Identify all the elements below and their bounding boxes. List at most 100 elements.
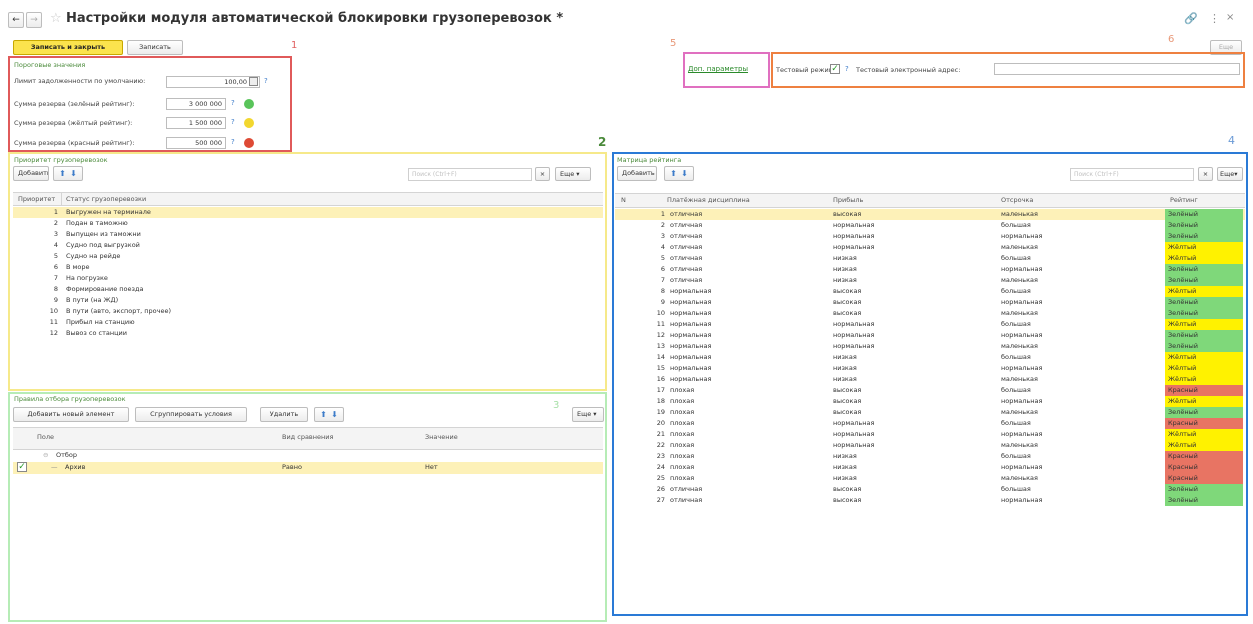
extra-params-link[interactable]: Доп. параметры <box>688 65 748 73</box>
test-email-field[interactable] <box>994 63 1240 75</box>
filter-item-checkbox[interactable]: ✓ <box>17 462 27 472</box>
matrix-row-deferral: большая <box>1001 452 1031 460</box>
matrix-row[interactable]: 4 отличная нормальная маленькая Жёлтый <box>615 242 1245 253</box>
matrix-row[interactable]: 13 нормальная нормальная маленькая Зелёный <box>615 341 1245 352</box>
priority-row-status: В море <box>66 263 90 271</box>
priority-row-status: Выгружен на терминале <box>66 208 151 216</box>
matrix-row[interactable]: 24 плохая низкая нормальная Красный <box>615 462 1245 473</box>
matrix-row[interactable]: 18 плохая высокая нормальная Жёлтый <box>615 396 1245 407</box>
priority-move-buttons[interactable]: ⬆ ⬇ <box>53 166 83 181</box>
matrix-row[interactable]: 19 плохая высокая маленькая Зелёный <box>615 407 1245 418</box>
filter-group-conditions-button[interactable]: Сгруппировать условия <box>135 407 247 422</box>
red-reserve-help-icon[interactable]: ? <box>231 138 235 146</box>
priority-row[interactable]: 11 Прибыл на станцию <box>13 317 603 328</box>
priority-row[interactable]: 4 Судно под выгрузкой <box>13 240 603 251</box>
yellow-reserve-help-icon[interactable]: ? <box>231 118 235 126</box>
matrix-row[interactable]: 23 плохая низкая большая Красный <box>615 451 1245 462</box>
matrix-row[interactable]: 10 нормальная высокая маленькая Зелёный <box>615 308 1245 319</box>
matrix-row[interactable]: 14 нормальная низкая большая Жёлтый <box>615 352 1245 363</box>
priority-row[interactable]: 10 В пути (авто, экспорт, прочее) <box>13 306 603 317</box>
matrix-row-number: 7 <box>660 276 665 284</box>
matrix-row[interactable]: 9 нормальная высокая нормальная Зелёный <box>615 297 1245 308</box>
priority-row[interactable]: 3 Выпущен из таможни <box>13 229 603 240</box>
matrix-row[interactable]: 8 нормальная высокая большая Жёлтый <box>615 286 1245 297</box>
matrix-row[interactable]: 3 отличная нормальная нормальная Зелёный <box>615 231 1245 242</box>
matrix-row[interactable]: 6 отличная низкая нормальная Зелёный <box>615 264 1245 275</box>
link-icon[interactable]: 🔗 <box>1184 12 1198 25</box>
debt-limit-help-icon[interactable]: ? <box>264 77 268 85</box>
matrix-row[interactable]: 16 нормальная низкая маленькая Жёлтый <box>615 374 1245 385</box>
priority-row[interactable]: 9 В пути (на ЖД) <box>13 295 603 306</box>
filter-more-button[interactable]: Еще ▾ <box>572 407 604 422</box>
matrix-row[interactable]: 12 нормальная нормальная нормальная Зелёный <box>615 330 1245 341</box>
default-debt-limit-field[interactable]: 100,00 <box>166 76 260 88</box>
arrow-down-icon[interactable]: ⬇ <box>331 410 338 419</box>
save-and-close-button[interactable]: Записать и закрыть <box>13 40 123 55</box>
priority-row[interactable]: 2 Подан в таможню <box>13 218 603 229</box>
priority-row[interactable]: 12 Вывоз со станции <box>13 328 603 339</box>
filter-title: Правила отбора грузоперевозок <box>14 395 126 403</box>
annotation-5: 5 <box>670 38 677 49</box>
matrix-more-button[interactable]: Еще▾ <box>1217 167 1243 181</box>
priority-add-button[interactable]: Добавить <box>13 166 49 181</box>
priority-search-clear-button[interactable]: × <box>535 167 550 181</box>
yellow-reserve-field[interactable]: 1 500 000 <box>166 117 226 129</box>
matrix-row[interactable]: 27 отличная высокая нормальная Зелёный <box>615 495 1245 506</box>
filter-group-row[interactable]: ⊖ Отбор <box>13 450 603 461</box>
filter-add-element-button[interactable]: Добавить новый элемент <box>13 407 129 422</box>
priority-row-number: 11 <box>49 318 58 326</box>
matrix-row-deferral: маленькая <box>1001 375 1038 383</box>
matrix-row[interactable]: 17 плохая высокая большая Красный <box>615 385 1245 396</box>
test-mode-help-icon[interactable]: ? <box>845 65 849 73</box>
priority-row[interactable]: 7 На погрузке <box>13 273 603 284</box>
matrix-row[interactable]: 5 отличная низкая большая Жёлтый <box>615 253 1245 264</box>
arrow-up-icon[interactable]: ⬆ <box>670 169 677 178</box>
priority-row[interactable]: 1 Выгружен на терминале <box>13 207 603 218</box>
more-vertical-icon[interactable]: ⋮ <box>1209 12 1220 25</box>
back-button[interactable]: ← <box>8 12 24 28</box>
matrix-row[interactable]: 2 отличная нормальная большая Зелёный <box>615 220 1245 231</box>
filter-item-row[interactable]: ✓ — Архив Равно Нет <box>13 462 603 474</box>
save-button[interactable]: Записать <box>127 40 183 55</box>
matrix-row-deferral: нормальная <box>1001 331 1043 339</box>
matrix-add-button[interactable]: Добавить <box>617 166 657 181</box>
matrix-search-clear-button[interactable]: × <box>1198 167 1213 181</box>
priority-search-input[interactable]: Поиск (Ctrl+F) <box>408 168 532 181</box>
matrix-row[interactable]: 7 отличная низкая маленькая Зелёный <box>615 275 1245 286</box>
matrix-row-deferral: маленькая <box>1001 210 1038 218</box>
arrow-up-icon[interactable]: ⬆ <box>59 169 66 178</box>
forward-button[interactable]: → <box>26 12 42 28</box>
calculator-icon[interactable] <box>249 77 258 86</box>
matrix-row[interactable]: 22 плохая нормальная маленькая Жёлтый <box>615 440 1245 451</box>
matrix-row[interactable]: 26 отличная высокая большая Зелёный <box>615 484 1245 495</box>
matrix-row[interactable]: 25 плохая низкая маленькая Красный <box>615 473 1245 484</box>
green-reserve-field[interactable]: 3 000 000 <box>166 98 226 110</box>
priority-row[interactable]: 8 Формирование поезда <box>13 284 603 295</box>
priority-row[interactable]: 5 Судно на рейде <box>13 251 603 262</box>
matrix-table: N Платёжная дисциплина Прибыль Отсрочка … <box>615 193 1245 613</box>
matrix-row[interactable]: 21 плохая нормальная нормальная Жёлтый <box>615 429 1245 440</box>
arrow-up-icon[interactable]: ⬆ <box>320 410 327 419</box>
priority-row[interactable]: 6 В море <box>13 262 603 273</box>
matrix-row[interactable]: 15 нормальная низкая нормальная Жёлтый <box>615 363 1245 374</box>
test-mode-checkbox[interactable]: ✓ <box>830 64 840 74</box>
favorite-star-icon[interactable]: ☆ <box>50 11 62 26</box>
close-icon[interactable]: × <box>1226 12 1234 23</box>
collapse-minus-icon[interactable]: ⊖ <box>43 451 48 459</box>
col-compare-header: Вид сравнения <box>282 433 334 441</box>
matrix-move-buttons[interactable]: ⬆ ⬇ <box>664 166 694 181</box>
matrix-row[interactable]: 11 нормальная нормальная большая Жёлтый <box>615 319 1245 330</box>
green-reserve-help-icon[interactable]: ? <box>231 99 235 107</box>
matrix-row-number: 11 <box>656 320 665 328</box>
priority-more-button[interactable]: Еще ▾ <box>555 167 591 181</box>
arrow-down-icon[interactable]: ⬇ <box>70 169 77 178</box>
matrix-row[interactable]: 20 плохая нормальная большая Красный <box>615 418 1245 429</box>
matrix-row[interactable]: 1 отличная высокая маленькая Зелёный <box>615 209 1245 220</box>
matrix-row-rating: Красный <box>1165 473 1243 484</box>
filter-delete-button[interactable]: Удалить <box>260 407 308 422</box>
red-reserve-field[interactable]: 500 000 <box>166 137 226 149</box>
matrix-search-input[interactable]: Поиск (Ctrl+F) <box>1070 168 1194 181</box>
filter-move-buttons[interactable]: ⬆ ⬇ <box>314 407 344 422</box>
priority-row-number: 2 <box>53 219 58 227</box>
arrow-down-icon[interactable]: ⬇ <box>681 169 688 178</box>
